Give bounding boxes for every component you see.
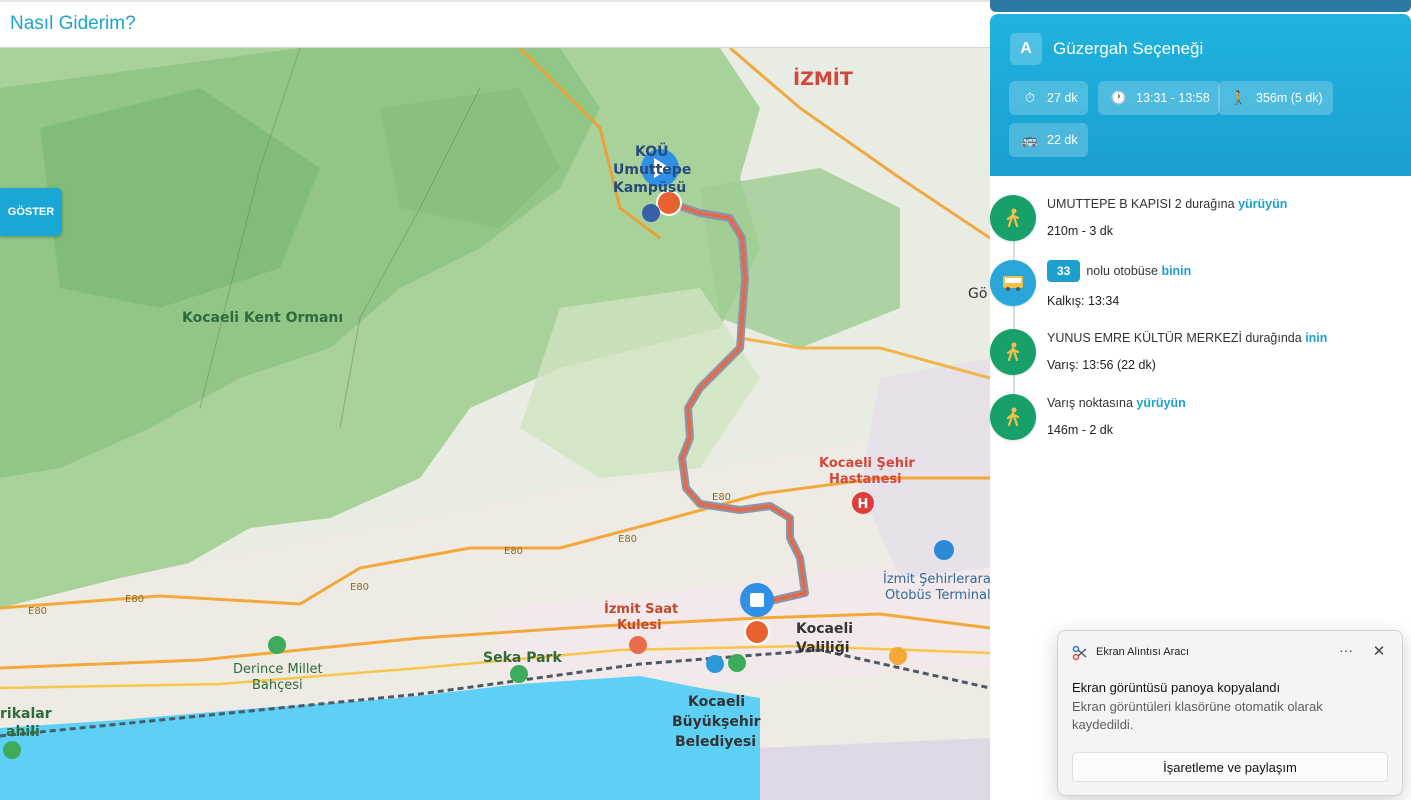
- step-4-detail: 146m - 2 dk: [1047, 423, 1114, 437]
- toast-app-name: Ekran Alıntısı Aracı: [1096, 646, 1189, 658]
- map-label-campus-3: Kampüsü: [613, 180, 687, 196]
- walk-distance-text: 356m (5 dk): [1256, 91, 1323, 105]
- time-range-chip: 🕐 13:31 - 13:58: [1098, 81, 1220, 115]
- transit-icon: [706, 655, 724, 673]
- bus-terminal-icon: [934, 540, 954, 560]
- map-road-label-5: E80: [712, 492, 732, 503]
- map-label-hospital-1: Kocaeli Şehir: [819, 456, 915, 471]
- map-label-municipality-3: Belediyesi: [675, 734, 757, 750]
- bus-step-icon: [990, 260, 1036, 306]
- map-road-label-3: E80: [504, 546, 524, 557]
- map-view[interactable]: H İZMİT KOÜ Umuttepe Kampüsü Kocaeli Ken…: [0, 48, 990, 800]
- panel-top-strip: [990, 0, 1411, 12]
- close-icon[interactable]: ✕: [1367, 640, 1391, 664]
- route-option-card[interactable]: A Güzergah Seçeneği ⏱ 27 dk 🕐 13:31 - 13…: [990, 14, 1411, 176]
- shore-park-icon: [3, 741, 21, 759]
- map-label-clock-2: Kulesi: [617, 618, 662, 633]
- more-options-button[interactable]: ···: [1334, 640, 1358, 664]
- map-road-label-1: E80: [125, 594, 145, 605]
- route-title: Güzergah Seçeneği: [1053, 39, 1204, 58]
- app-root: Nasıl Giderim? H İZMİT KOÜ Umuttepe Kamp…: [0, 0, 1411, 800]
- bus-line-badge[interactable]: 33: [1047, 260, 1081, 282]
- steps-connector: [1013, 216, 1015, 416]
- bus-icon: 🚌: [1021, 132, 1039, 147]
- step-2-text: nolu otobüse: [1086, 264, 1158, 278]
- map-label-municipality-2: Büyükşehir: [672, 714, 761, 730]
- map-label-derince-1: Derince Millet: [233, 662, 323, 677]
- map-label-campus-2: Umuttepe: [613, 162, 692, 178]
- map-label-hospital-2: Hastanesi: [829, 472, 902, 487]
- markup-share-button[interactable]: İşaretleme ve paylaşım: [1072, 752, 1388, 782]
- map-label-park: Seka Park: [483, 650, 562, 666]
- bus-duration-text: 22 dk: [1047, 133, 1078, 147]
- bus-duration-chip: 🚌 22 dk: [1009, 123, 1088, 157]
- step-1-keyword: yürüyün: [1238, 197, 1288, 211]
- stopwatch-icon: ⏱: [1024, 90, 1036, 105]
- map-label-campus-1: KOÜ: [635, 144, 669, 160]
- time-range-text: 13:31 - 13:58: [1136, 91, 1210, 105]
- map-road-label-2: E80: [28, 606, 48, 617]
- step-3-text: YUNUS EMRE KÜLTÜR MERKEZİ durağında: [1047, 331, 1302, 345]
- step-3-keyword: inin: [1305, 331, 1328, 345]
- map-label-city: İZMİT: [793, 68, 853, 90]
- map-road-label-6: E80: [350, 582, 370, 593]
- walk-end-icon: [746, 621, 768, 643]
- clock-tower-icon: [629, 636, 647, 654]
- walk-icon: 🚶: [1230, 90, 1248, 105]
- interchange-icon: [889, 647, 907, 665]
- map-label-terminal-1: İzmit Şehirlerarası: [883, 572, 990, 587]
- step-4-text: Varış noktasına: [1047, 396, 1133, 410]
- svg-text:H: H: [858, 497, 869, 512]
- step-2-detail: Kalkış: 13:34: [1047, 294, 1120, 308]
- map-label-derince-2: Bahçesi: [252, 678, 303, 693]
- clock-icon: 🕐: [1110, 90, 1128, 105]
- walk-distance-chip: 🚶 356m (5 dk): [1218, 81, 1333, 115]
- duration-chip: ⏱ 27 dk: [1009, 81, 1088, 115]
- map-label-terminal-2: Otobüs Terminali: [885, 588, 990, 603]
- map-label-shore-2: ahili: [6, 724, 40, 740]
- map-label-partial: Gö: [968, 286, 988, 302]
- step-2-keyword: binin: [1161, 264, 1192, 278]
- walk-step-icon: [990, 329, 1036, 375]
- map-label-clock-1: İzmit Saat: [604, 602, 679, 617]
- park-icon-2: [510, 665, 528, 683]
- step-1-detail: 210m - 3 dk: [1047, 224, 1114, 238]
- header-bar: Nasıl Giderim?: [0, 0, 990, 48]
- map-canvas[interactable]: H: [0, 48, 990, 800]
- page-title: Nasıl Giderim?: [10, 13, 136, 34]
- park-icon: [268, 636, 286, 654]
- map-label-governor-2: Valiliği: [796, 640, 850, 656]
- map-label-municipality-1: Kocaeli: [688, 694, 746, 710]
- show-button[interactable]: GÖSTER: [0, 188, 62, 236]
- map-road-label-4: E80: [618, 534, 638, 545]
- map-label-forest: Kocaeli Kent Ormanı: [182, 310, 344, 326]
- snipping-tool-toast[interactable]: Ekran Alıntısı Aracı ··· ✕ Ekran görüntü…: [1057, 630, 1403, 796]
- toast-title: Ekran görüntüsü panoya kopyalandı: [1072, 680, 1281, 695]
- map-label-shore-1: rikalar: [0, 706, 52, 722]
- toast-body: Ekran görüntüleri klasörüne otomatik ola…: [1072, 699, 1323, 732]
- walk-step-icon: [990, 394, 1036, 440]
- route-letter-badge: A: [1010, 33, 1042, 65]
- walk-step-icon: [990, 195, 1036, 241]
- map-label-governor-1: Kocaeli: [796, 621, 854, 637]
- duration-text: 27 dk: [1047, 91, 1078, 105]
- municipality-icon: [728, 654, 746, 672]
- snipping-tool-icon: [1072, 645, 1087, 661]
- step-1-text: UMUTTEPE B KAPISI 2 durağına: [1047, 197, 1235, 211]
- step-3-detail: Varış: 13:56 (22 dk): [1047, 358, 1156, 372]
- step-4-keyword: yürüyün: [1136, 396, 1186, 410]
